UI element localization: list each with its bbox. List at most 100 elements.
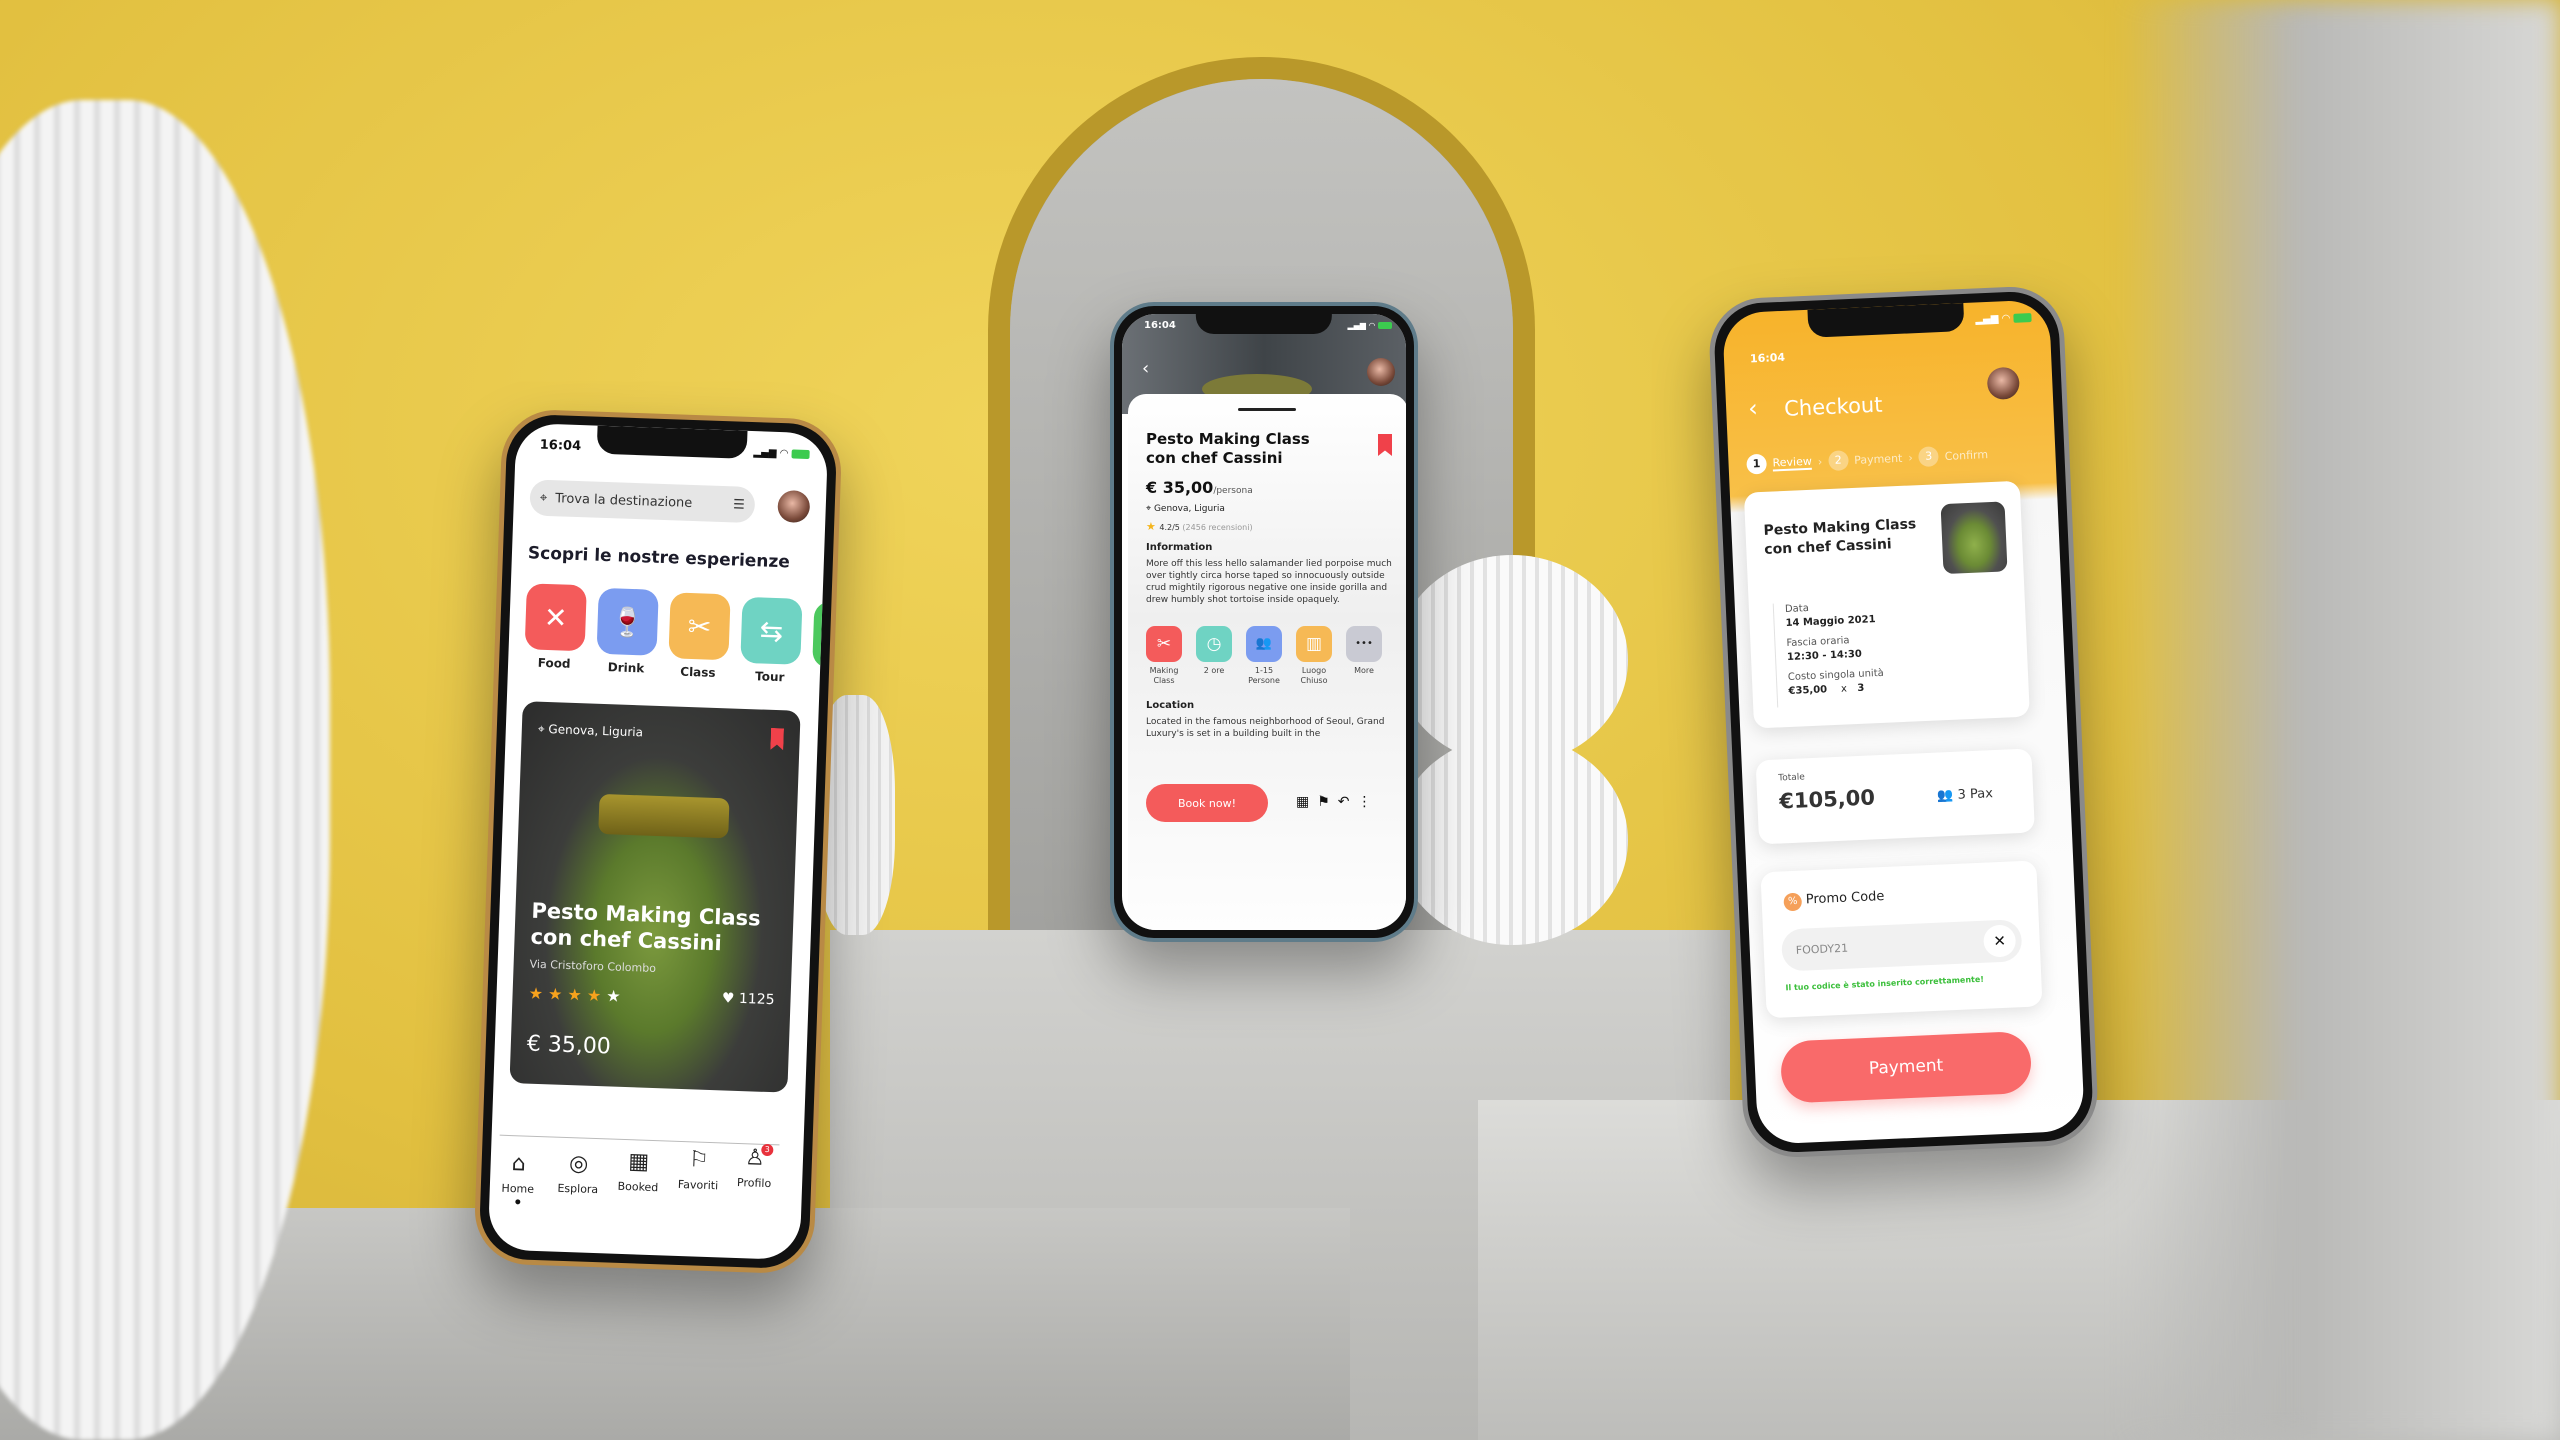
checkout-screen: 16:04 ▂▄▆ ◠ ‹ Checkout 1 Review › 2 Payment…	[1722, 299, 2085, 1145]
card-location-text: Genova, Liguria	[548, 722, 644, 740]
bookmark-icon[interactable]	[1378, 434, 1392, 456]
tab-home[interactable]: ⌂ Home	[489, 1150, 547, 1205]
building-icon: ▥	[1296, 626, 1332, 662]
promo-code-card: % Promo Code FOODY21 ✕ Il tuo codice è s…	[1760, 860, 2043, 1019]
review-count: (2456 recensioni)	[1182, 523, 1253, 532]
clear-icon[interactable]: ✕	[1982, 924, 2017, 958]
blurred-foreground-right	[2120, 0, 2560, 1440]
info-heading: Information	[1146, 542, 1213, 553]
payment-button[interactable]: Payment	[1779, 1030, 2033, 1104]
status-time: 16:04	[1144, 320, 1176, 331]
card-location: ⌖ Genova, Liguria	[538, 722, 644, 741]
step-payment[interactable]: Payment	[1854, 451, 1903, 466]
avatar[interactable]	[1986, 366, 2021, 401]
detail-sheet: Pesto Making Class con chef Cassini € 35,…	[1128, 394, 1406, 930]
drag-handle[interactable]	[1238, 408, 1296, 411]
sliders-icon[interactable]: ☰	[733, 497, 745, 512]
feature-more-button[interactable]: ••• More	[1340, 626, 1388, 676]
category-class-button[interactable]: ✂	[668, 592, 731, 661]
detail-location: ⌖ Genova, Liguria	[1146, 504, 1225, 514]
step-review[interactable]: Review	[1772, 454, 1813, 471]
promo-heading: % Promo Code	[1783, 889, 1885, 912]
pax-text: 3 Pax	[1957, 786, 1994, 803]
battery-icon	[1378, 322, 1392, 329]
back-button[interactable]: ‹	[1748, 394, 1759, 422]
tabbar-divider	[499, 1134, 780, 1146]
search-placeholder: Trova la destinazione	[554, 490, 693, 511]
signpost-icon: ⇆	[759, 613, 784, 648]
tab-label: Esplora	[557, 1181, 599, 1197]
checkout-title: Checkout	[1783, 392, 1883, 421]
tab-label: Home	[501, 1181, 535, 1196]
tab-booked[interactable]: ▦ Booked	[610, 1149, 668, 1195]
notch	[596, 425, 748, 459]
location-heading: Location	[1146, 700, 1195, 711]
title-line: con chef Cassini	[1146, 449, 1283, 467]
total-label: Totale	[1778, 772, 1806, 784]
feature-indoor: ▥ Luogo Chiuso	[1290, 626, 1338, 686]
compass-icon: ◎	[568, 1151, 589, 1177]
promo-success-message: Il tuo codice è stato inserito correttam…	[1785, 974, 1985, 993]
phone-detail: 16:04 ▂▄▆ ◠ ‹ Pesto Making Class con chef…	[1110, 302, 1418, 942]
feature-label: Luogo Chiuso	[1300, 666, 1328, 685]
feature-label: 2 ore	[1203, 666, 1225, 675]
detail-price: € 35,00/persona	[1146, 478, 1253, 497]
more-vertical-icon[interactable]: ⋮	[1358, 794, 1380, 810]
avatar[interactable]	[1367, 358, 1395, 386]
reply-icon[interactable]: ↶	[1338, 794, 1358, 810]
cooking-tools-icon: ✂	[687, 609, 712, 644]
flag-icon[interactable]: ⚑	[1317, 794, 1338, 810]
tab-esplora[interactable]: ◎ Esplora	[550, 1150, 608, 1196]
step-number: 1	[1746, 453, 1768, 475]
feature-duration: ◷ 2 ore	[1190, 626, 1238, 676]
status-time: 16:04	[539, 437, 582, 455]
category-label: Tour	[754, 669, 785, 685]
featured-experience-card[interactable]: ⌖ Genova, Liguria Pesto Making Class con …	[509, 701, 801, 1093]
pax-count: 👥 3 Pax	[1937, 786, 1993, 803]
feature-label: 1-15 Persone	[1248, 666, 1280, 685]
tab-favoriti[interactable]: ⚐ Favoriti	[670, 1147, 728, 1193]
price-value: € 35,00	[1146, 478, 1214, 497]
tab-profilo[interactable]: ♙ Profilo 3	[726, 1143, 784, 1191]
promo-code-value: FOODY21	[1795, 941, 1849, 957]
category-tour-button[interactable]: ⇆	[740, 596, 803, 665]
rating-stars: ★ ★ ★ ★ ★	[528, 983, 621, 1006]
grid-icon[interactable]: ▦	[1296, 794, 1317, 810]
category-drink-button[interactable]: 🍷	[596, 587, 659, 656]
battery-icon	[2013, 312, 2032, 323]
card-title: Pesto Making Class con chef Cassini	[530, 898, 761, 958]
status-icons: ▂▄▆ ◠	[1975, 312, 2032, 325]
category-more-partial[interactable]	[812, 601, 829, 670]
title-line: Pesto Making Class	[1146, 430, 1310, 448]
promo-code-input[interactable]: FOODY21 ✕	[1780, 919, 2023, 972]
total-value: €105,00	[1778, 785, 1876, 814]
section-heading: Scopri le nostre esperienze	[527, 543, 791, 573]
card-address: Via Cristoforo Colombo	[529, 957, 657, 976]
step-confirm[interactable]: Confirm	[1944, 448, 1988, 463]
tab-label: Favoriti	[677, 1177, 719, 1193]
qty-sep: x	[1840, 683, 1848, 695]
battery-icon	[791, 448, 810, 459]
search-input[interactable]: ⌖ Trova la destinazione ☰	[529, 479, 756, 524]
phone-checkout: 16:04 ▂▄▆ ◠ ‹ Checkout 1 Review › 2 Payment…	[1707, 284, 2100, 1160]
bookmark-icon[interactable]	[770, 728, 784, 750]
map-pin-icon: ⌖	[537, 721, 549, 737]
item-thumbnail	[1940, 501, 2008, 575]
back-button[interactable]: ‹	[1142, 358, 1149, 379]
active-dot	[514, 1199, 520, 1205]
book-now-button[interactable]: Book now!	[1146, 784, 1268, 822]
chevron-right-icon: ›	[1908, 450, 1913, 465]
user-icon: ♙	[744, 1145, 766, 1171]
unit-cost-row: €35,00 x 3	[1788, 681, 1884, 699]
category-food-button[interactable]: ✕	[524, 583, 587, 652]
avatar[interactable]	[777, 489, 811, 524]
location-text: Genova, Liguria	[1153, 504, 1225, 514]
timeline-line	[1772, 603, 1779, 708]
checkout-steps: 1 Review › 2 Payment › 3 Confirm	[1746, 444, 1988, 475]
likes-count: 1125	[738, 990, 775, 1009]
detail-rating: ★ 4.2/5 (2456 recensioni)	[1146, 520, 1253, 533]
vase-top	[1396, 555, 1628, 765]
feature-label: Making Class	[1149, 666, 1179, 685]
detail-value: 14 Maggio 2021	[1785, 614, 1876, 630]
category-label: Food	[537, 655, 571, 671]
